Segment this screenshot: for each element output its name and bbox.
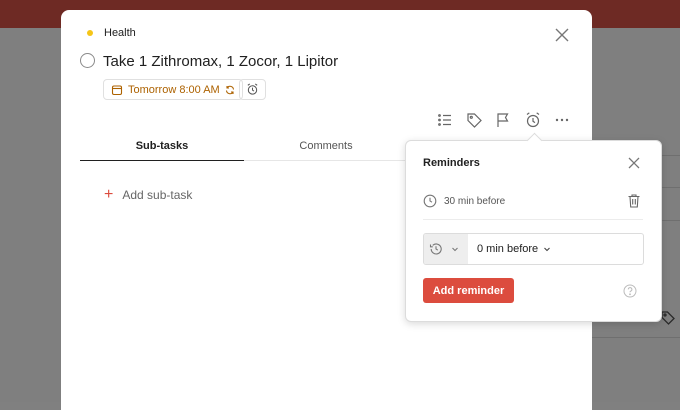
chevron-down-icon bbox=[450, 244, 460, 254]
tag-icon[interactable] bbox=[465, 111, 483, 129]
reminder-label: 30 min before bbox=[444, 196, 506, 207]
tab-comments[interactable]: Comments bbox=[244, 140, 408, 160]
background-divider bbox=[592, 337, 680, 338]
list-icon[interactable] bbox=[436, 111, 454, 129]
add-reminder-button[interactable]: Add reminder bbox=[423, 278, 514, 303]
close-icon[interactable] bbox=[625, 154, 643, 172]
history-icon bbox=[429, 242, 443, 256]
reminders-title: Reminders bbox=[423, 157, 480, 169]
alarm-icon bbox=[246, 83, 259, 96]
calendar-icon bbox=[111, 84, 123, 96]
new-reminder-input: 0 min before bbox=[423, 233, 644, 265]
trash-icon[interactable] bbox=[627, 193, 641, 209]
clock-icon bbox=[423, 194, 437, 208]
due-date-label: Tomorrow 8:00 AM bbox=[128, 83, 220, 96]
repeat-icon bbox=[225, 85, 235, 95]
plus-icon: + bbox=[104, 186, 114, 203]
active-tab-indicator bbox=[80, 160, 244, 161]
help-icon[interactable] bbox=[623, 284, 637, 298]
more-icon[interactable] bbox=[553, 111, 571, 129]
reminder-item: 30 min before bbox=[423, 194, 643, 212]
tab-sub-tasks[interactable]: Sub-tasks bbox=[80, 140, 244, 160]
background-left bbox=[0, 28, 61, 402]
project-label[interactable]: Health bbox=[104, 27, 136, 39]
due-date-button[interactable]: Tomorrow 8:00 AM bbox=[103, 79, 243, 100]
task-title[interactable]: Take 1 Zithromax, 1 Zocor, 1 Lipitor bbox=[103, 53, 338, 70]
tag-icon bbox=[660, 309, 676, 325]
task-complete-checkbox[interactable] bbox=[80, 53, 95, 68]
close-icon[interactable] bbox=[551, 24, 573, 46]
alarm-icon[interactable] bbox=[524, 111, 542, 129]
project-color-dot bbox=[87, 30, 93, 36]
divider bbox=[423, 219, 643, 220]
reminder-button[interactable] bbox=[239, 79, 266, 100]
flag-icon[interactable] bbox=[494, 111, 512, 129]
reminder-type-dropdown[interactable] bbox=[424, 234, 468, 264]
add-sub-task-button[interactable]: + Add sub-task bbox=[104, 186, 193, 203]
reminder-offset-select[interactable]: 0 min before bbox=[468, 234, 643, 264]
add-sub-task-label: Add sub-task bbox=[122, 188, 193, 202]
reminder-offset-value: 0 min before bbox=[477, 243, 539, 255]
reminders-popover: Reminders 30 min before 0 min before Add… bbox=[405, 132, 662, 322]
chevron-down-icon bbox=[542, 244, 552, 254]
